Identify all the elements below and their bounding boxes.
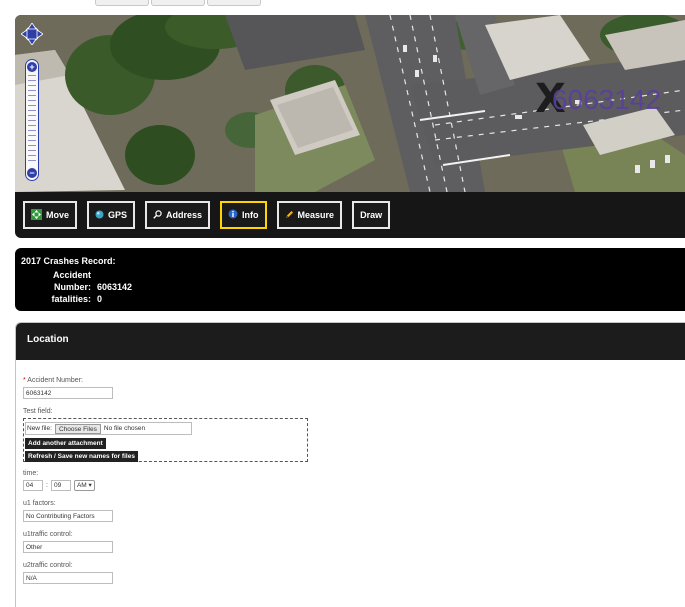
accident-number-field-group: * Accident Number: <box>23 377 685 399</box>
top-tab[interactable] <box>207 0 261 6</box>
pencil-icon <box>285 210 294 221</box>
search-icon <box>153 209 162 221</box>
record-info-panel: 2017 Crashes Record: Accident Number: 60… <box>15 248 685 311</box>
new-file-label: New file: <box>27 425 52 432</box>
add-attachment-button[interactable]: Add another attachment <box>25 438 106 449</box>
u2-traffic-control-field-group: u2traffic control: <box>23 562 685 584</box>
file-upload-row: New file: Choose Files No file chosen <box>25 422 192 435</box>
draw-label: Draw <box>360 210 383 220</box>
zoom-track[interactable] <box>28 75 36 165</box>
address-button[interactable]: Address <box>145 201 211 229</box>
test-field-label: Test field: <box>23 408 53 415</box>
marker-label: 6063142 <box>552 84 662 115</box>
u2-traffic-control-input[interactable] <box>23 572 113 584</box>
hour-input[interactable]: 04 <box>23 480 43 491</box>
choose-files-button[interactable]: Choose Files <box>54 423 101 434</box>
zoom-out-icon[interactable]: − <box>27 168 37 178</box>
top-tab[interactable] <box>151 0 205 6</box>
map-navigation-control: + − <box>21 23 43 183</box>
time-label: time: <box>23 470 39 477</box>
map-panel: + − X 6063142 Move GPS Address Info Meas… <box>15 15 685 238</box>
u1-traffic-control-label: u1traffic control: <box>23 531 73 538</box>
ampm-select[interactable]: AM ▾ <box>73 480 95 491</box>
refresh-save-files-button[interactable]: Refresh / Save new names for files <box>25 451 138 462</box>
u1-factors-input[interactable] <box>23 510 113 522</box>
record-key: Accident <box>52 270 91 280</box>
chevron-down-icon: ▾ <box>88 482 92 489</box>
move-button[interactable]: Move <box>23 201 78 229</box>
accident-number-label-text: Accident Number: <box>27 377 83 384</box>
u1-traffic-control-input[interactable] <box>23 541 113 553</box>
u1-factors-label: u1 factors: <box>23 500 56 507</box>
record-key: fatalities: <box>51 294 91 304</box>
move-arrows-icon <box>31 208 42 222</box>
required-mark: * <box>23 377 26 384</box>
u1-factors-field-group: u1 factors: <box>23 500 685 522</box>
record-title: 2017 Crashes Record: <box>21 256 116 266</box>
no-file-text: No file chosen <box>103 425 146 432</box>
info-icon <box>228 209 238 221</box>
aerial-map[interactable]: + − X 6063142 <box>15 15 685 192</box>
accident-number-label: * Accident Number: <box>23 377 685 384</box>
pan-arrows-icon[interactable] <box>21 23 43 45</box>
location-panel: Location * Accident Number: Test field: … <box>15 322 685 607</box>
record-row: Accident <box>21 269 679 281</box>
measure-button[interactable]: Measure <box>276 201 343 229</box>
attachment-area: New file: Choose Files No file chosen Ad… <box>23 418 308 462</box>
top-tab-strip <box>95 0 261 6</box>
measure-label: Measure <box>297 210 335 220</box>
info-label: Info <box>242 210 259 220</box>
draw-button[interactable]: Draw <box>352 201 391 229</box>
location-form: * Accident Number: Test field: New file:… <box>16 360 685 584</box>
record-row: fatalities: 0 <box>21 293 679 305</box>
zoom-in-icon[interactable]: + <box>27 62 37 72</box>
accident-number-input[interactable] <box>23 387 113 399</box>
gps-icon <box>95 210 104 221</box>
address-label: Address <box>166 210 203 220</box>
record-value: 6063142 <box>97 282 133 292</box>
ampm-value: AM <box>76 482 87 489</box>
gps-button[interactable]: GPS <box>87 201 136 229</box>
gps-label: GPS <box>108 210 128 220</box>
record-value: 0 <box>97 294 103 304</box>
minute-input[interactable]: 09 <box>50 480 71 491</box>
map-toolbar: Move GPS Address Info Measure Draw <box>23 201 400 229</box>
time-separator: : <box>46 482 48 489</box>
time-inputs: 04 : 09 AM ▾ <box>23 480 685 491</box>
u1-traffic-control-field-group: u1traffic control: <box>23 531 685 553</box>
info-button[interactable]: Info <box>220 201 267 229</box>
location-title: Location <box>16 323 685 360</box>
u2-traffic-control-label: u2traffic control: <box>23 562 73 569</box>
zoom-slider[interactable]: + − <box>25 59 39 181</box>
record-row: Number: 6063142 <box>21 281 679 293</box>
record-key: Number: <box>53 282 91 292</box>
top-tab[interactable] <box>95 0 149 6</box>
move-label: Move <box>46 210 70 220</box>
